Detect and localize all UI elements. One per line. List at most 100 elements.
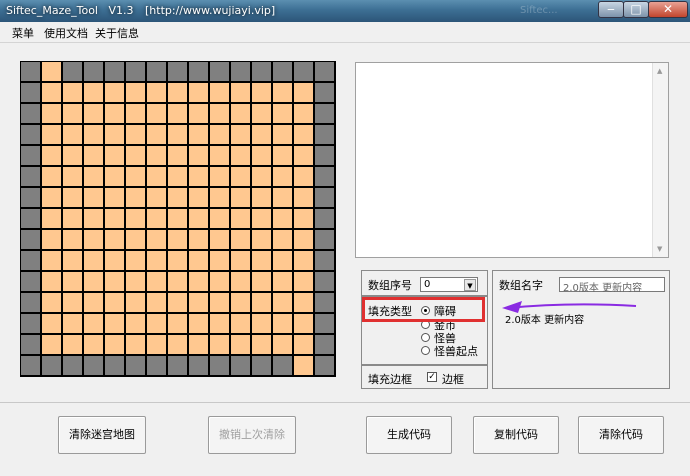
maze-cell[interactable] bbox=[231, 314, 250, 333]
maze-cell[interactable] bbox=[231, 335, 250, 354]
maze-cell[interactable] bbox=[42, 104, 61, 123]
maze-cell[interactable] bbox=[147, 293, 166, 312]
maze-cell[interactable] bbox=[294, 251, 313, 270]
maze-cell[interactable] bbox=[315, 314, 334, 333]
maze-cell[interactable] bbox=[231, 230, 250, 249]
maze-cell[interactable] bbox=[63, 314, 82, 333]
maze-cell[interactable] bbox=[42, 209, 61, 228]
maze-cell[interactable] bbox=[189, 251, 208, 270]
chevron-down-icon[interactable]: ▼ bbox=[464, 279, 476, 291]
maze-cell[interactable] bbox=[231, 356, 250, 375]
maze-cell[interactable] bbox=[42, 146, 61, 165]
maze-cell[interactable] bbox=[210, 314, 229, 333]
maze-cell[interactable] bbox=[294, 83, 313, 102]
maze-cell[interactable] bbox=[126, 272, 145, 291]
maze-cell[interactable] bbox=[189, 335, 208, 354]
maze-cell[interactable] bbox=[84, 125, 103, 144]
maze-cell[interactable] bbox=[189, 356, 208, 375]
maze-cell[interactable] bbox=[189, 104, 208, 123]
maze-cell[interactable] bbox=[21, 335, 40, 354]
maze-cell[interactable] bbox=[147, 314, 166, 333]
maze-cell[interactable] bbox=[21, 272, 40, 291]
maze-cell[interactable] bbox=[273, 104, 292, 123]
maze-cell[interactable] bbox=[147, 125, 166, 144]
maze-cell[interactable] bbox=[231, 146, 250, 165]
maze-cell[interactable] bbox=[21, 83, 40, 102]
undo-clear-button[interactable]: 撤销上次清除 bbox=[208, 416, 296, 454]
maze-cell[interactable] bbox=[168, 167, 187, 186]
maze-cell[interactable] bbox=[126, 146, 145, 165]
maze-cell[interactable] bbox=[63, 335, 82, 354]
maze-cell[interactable] bbox=[42, 314, 61, 333]
maze-cell[interactable] bbox=[315, 62, 334, 81]
maze-cell[interactable] bbox=[189, 293, 208, 312]
maze-cell[interactable] bbox=[21, 251, 40, 270]
maze-cell[interactable] bbox=[42, 167, 61, 186]
maze-cell[interactable] bbox=[294, 146, 313, 165]
maze-cell[interactable] bbox=[168, 62, 187, 81]
maze-cell[interactable] bbox=[105, 356, 124, 375]
maze-cell[interactable] bbox=[63, 230, 82, 249]
maze-cell[interactable] bbox=[294, 104, 313, 123]
maze-cell[interactable] bbox=[315, 272, 334, 291]
maze-cell[interactable] bbox=[21, 125, 40, 144]
maze-cell[interactable] bbox=[147, 62, 166, 81]
maze-cell[interactable] bbox=[315, 188, 334, 207]
maze-cell[interactable] bbox=[252, 62, 271, 81]
maze-cell[interactable] bbox=[294, 62, 313, 81]
maze-cell[interactable] bbox=[126, 167, 145, 186]
clear-code-button[interactable]: 清除代码 bbox=[578, 416, 664, 454]
maze-cell[interactable] bbox=[210, 188, 229, 207]
maze-cell[interactable] bbox=[294, 272, 313, 291]
maze-cell[interactable] bbox=[273, 230, 292, 249]
maze-cell[interactable] bbox=[105, 125, 124, 144]
maze-cell[interactable] bbox=[147, 209, 166, 228]
maze-grid[interactable] bbox=[20, 61, 336, 377]
maze-cell[interactable] bbox=[147, 272, 166, 291]
maze-cell[interactable] bbox=[252, 356, 271, 375]
maze-cell[interactable] bbox=[168, 83, 187, 102]
maze-cell[interactable] bbox=[210, 335, 229, 354]
maze-cell[interactable] bbox=[147, 335, 166, 354]
maze-cell[interactable] bbox=[168, 209, 187, 228]
maze-cell[interactable] bbox=[273, 272, 292, 291]
maze-cell[interactable] bbox=[210, 209, 229, 228]
maze-cell[interactable] bbox=[315, 125, 334, 144]
maze-cell[interactable] bbox=[273, 293, 292, 312]
maze-cell[interactable] bbox=[168, 272, 187, 291]
maze-cell[interactable] bbox=[231, 62, 250, 81]
maze-cell[interactable] bbox=[105, 146, 124, 165]
maze-cell[interactable] bbox=[210, 104, 229, 123]
maze-cell[interactable] bbox=[252, 251, 271, 270]
maze-cell[interactable] bbox=[105, 272, 124, 291]
maze-cell[interactable] bbox=[168, 356, 187, 375]
maze-cell[interactable] bbox=[84, 272, 103, 291]
fill-border-checkbox[interactable]: ✓ bbox=[427, 372, 437, 382]
scroll-up-icon[interactable]: ▲ bbox=[657, 67, 662, 75]
menu-item-about[interactable]: 关于信息 bbox=[95, 25, 139, 41]
maze-cell[interactable] bbox=[168, 314, 187, 333]
maze-cell[interactable] bbox=[294, 293, 313, 312]
maze-cell[interactable] bbox=[63, 209, 82, 228]
maze-cell[interactable] bbox=[189, 125, 208, 144]
close-button[interactable]: ✕ bbox=[648, 1, 688, 18]
maze-cell[interactable] bbox=[63, 293, 82, 312]
maze-cell[interactable] bbox=[189, 146, 208, 165]
maze-cell[interactable] bbox=[210, 293, 229, 312]
maze-cell[interactable] bbox=[84, 314, 103, 333]
maze-cell[interactable] bbox=[21, 293, 40, 312]
maze-cell[interactable] bbox=[294, 209, 313, 228]
fill-type-radio-monster[interactable] bbox=[421, 333, 430, 342]
maze-cell[interactable] bbox=[294, 335, 313, 354]
menu-item-menu[interactable]: 菜单 bbox=[12, 25, 34, 41]
maze-cell[interactable] bbox=[315, 335, 334, 354]
maze-cell[interactable] bbox=[21, 314, 40, 333]
maze-cell[interactable] bbox=[63, 104, 82, 123]
maze-cell[interactable] bbox=[126, 356, 145, 375]
maze-cell[interactable] bbox=[105, 188, 124, 207]
maze-cell[interactable] bbox=[315, 293, 334, 312]
maze-cell[interactable] bbox=[231, 272, 250, 291]
maze-cell[interactable] bbox=[294, 125, 313, 144]
maze-cell[interactable] bbox=[210, 62, 229, 81]
maze-cell[interactable] bbox=[84, 62, 103, 81]
